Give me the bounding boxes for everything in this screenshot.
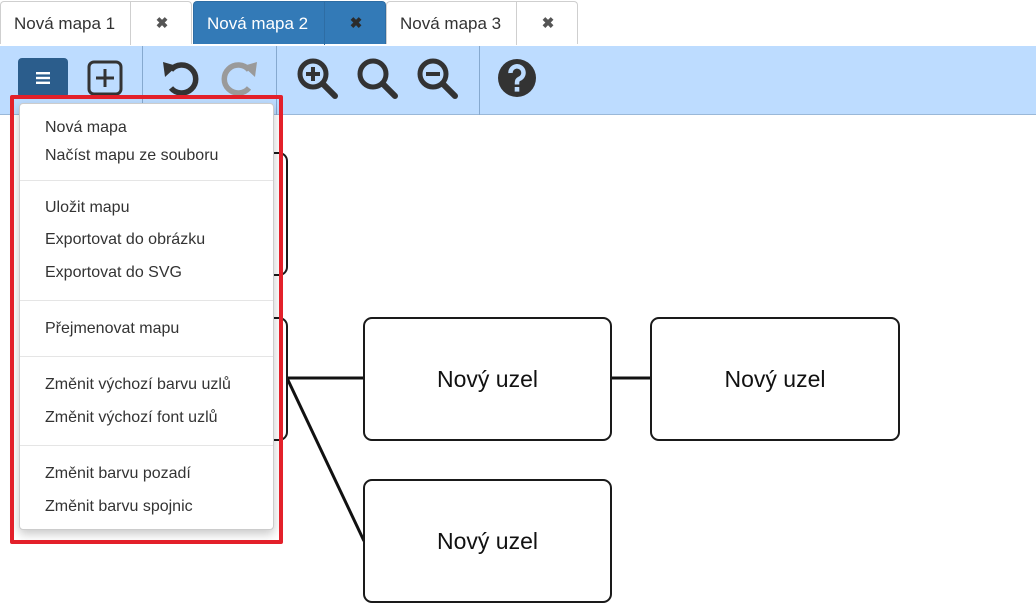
- tab-label[interactable]: Nová mapa 3: [387, 2, 501, 45]
- zoom-out-button[interactable]: [412, 56, 462, 100]
- tab-label[interactable]: Nová mapa 1: [1, 2, 115, 45]
- redo-button[interactable]: [215, 56, 265, 100]
- menu-icon: [36, 72, 50, 84]
- tab-nova-mapa-1[interactable]: Nová mapa 1 ✖: [0, 1, 193, 45]
- highlight-frame: [10, 95, 283, 544]
- help-button[interactable]: [492, 56, 542, 100]
- help-icon: [498, 59, 536, 97]
- redo-icon: [221, 62, 257, 96]
- undo-icon: [163, 62, 199, 96]
- close-icon[interactable]: ✖: [516, 2, 579, 45]
- tab-nova-mapa-2[interactable]: Nová mapa 2 ✖: [193, 1, 387, 45]
- zoom-in-button[interactable]: [292, 56, 342, 100]
- connector-line: [285, 377, 366, 542]
- zoom-out-icon: [417, 58, 458, 99]
- menu-button[interactable]: [18, 58, 68, 98]
- mind-map-app: Nová mapa 1 ✖ Nová mapa 2 ✖ Nová mapa 3 …: [0, 0, 1036, 605]
- close-icon[interactable]: ✖: [324, 2, 387, 45]
- zoom-in-icon: [297, 58, 338, 99]
- tab-label[interactable]: Nová mapa 2: [194, 2, 308, 45]
- add-node-button[interactable]: [80, 56, 130, 100]
- tab-bar: Nová mapa 1 ✖ Nová mapa 2 ✖ Nová mapa 3 …: [0, 0, 1036, 46]
- zoom-reset-icon: [357, 58, 398, 99]
- toolbar-separator: [479, 46, 480, 115]
- close-icon[interactable]: ✖: [130, 2, 193, 45]
- tab-nova-mapa-3[interactable]: Nová mapa 3 ✖: [386, 1, 579, 45]
- map-node[interactable]: Nový uzel: [363, 317, 612, 441]
- zoom-reset-button[interactable]: [352, 56, 402, 100]
- undo-button[interactable]: [155, 56, 205, 100]
- add-node-icon: [87, 60, 123, 96]
- map-node[interactable]: Nový uzel: [363, 479, 612, 603]
- map-node[interactable]: Nový uzel: [650, 317, 900, 441]
